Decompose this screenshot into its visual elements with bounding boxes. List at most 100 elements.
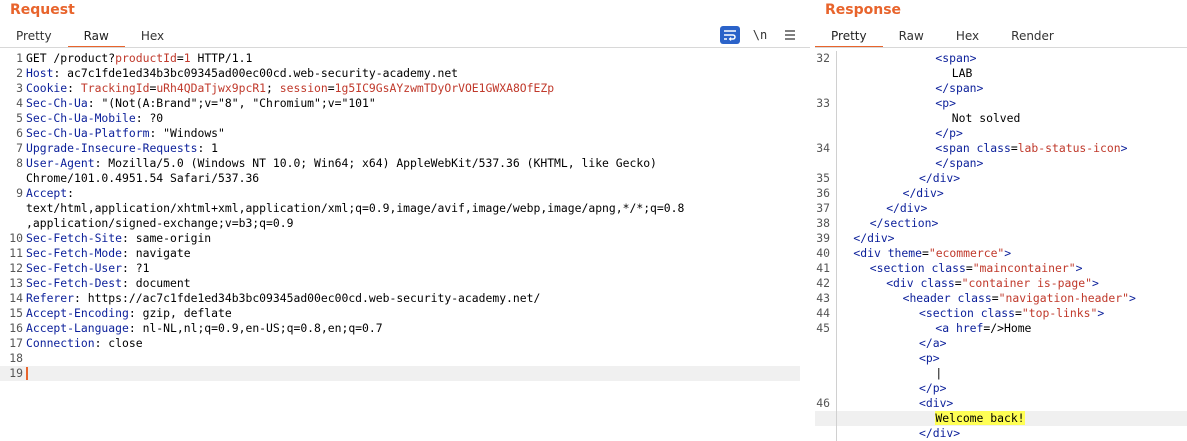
code-token: = [991, 291, 999, 305]
line-code: Not solved [837, 111, 1021, 126]
line-number [0, 201, 26, 216]
code-token: "navigation-header" [998, 291, 1129, 305]
response-line: 35 </div> [815, 171, 1187, 186]
code-token: Not solved [951, 111, 1021, 125]
request-line: 1 GET /product?productId=1 HTTP/1.1 [0, 51, 800, 66]
line-number: 4 [16, 96, 23, 110]
response-tab-raw[interactable]: Raw [883, 26, 940, 48]
code-token: Sec-Fetch-User [26, 261, 123, 275]
code-token: class [976, 141, 1011, 155]
code-token: > [1128, 291, 1136, 305]
response-line: </p> [815, 381, 1187, 396]
line-number: 38 [815, 216, 837, 231]
code-token: : ac7c1fde1ed34b3bc09345ad00ec00cd.web-s… [53, 66, 459, 80]
line-code: Accept-Encoding: gzip, deflate [26, 306, 232, 321]
code-token: "ecommerce" [928, 246, 1005, 260]
response-editor[interactable]: 32 <span> LAB </span> 33 <p> Not solved </p> 34 <… [815, 51, 1187, 441]
code-token: <section [869, 261, 932, 275]
code-token: = [176, 51, 184, 65]
line-number: 15 [9, 306, 23, 320]
line-number: 16 [9, 321, 23, 335]
line-number: 8 [16, 156, 23, 170]
code-token: Chrome/101.0.4951.54 Safari/537.36 [26, 171, 260, 185]
code-token: | [935, 366, 943, 380]
response-tab-hex[interactable]: Hex [940, 26, 995, 48]
line-number: 42 [815, 276, 837, 291]
response-line: </span> [815, 156, 1187, 171]
line-number [815, 66, 837, 81]
line-code: <span> [837, 51, 977, 66]
code-token: = [327, 81, 335, 95]
code-token: : [67, 186, 75, 200]
line-code: Sec-Ch-Ua-Mobile: ?0 [26, 111, 163, 126]
code-token: Referer [26, 291, 75, 305]
request-line: 3 Cookie: TrackingId = uRh4QDaTjwx9pcR1; se… [0, 81, 800, 96]
response-tab-pretty[interactable]: Pretty [815, 26, 883, 48]
request-tab-pretty[interactable]: Pretty [0, 26, 68, 48]
code-token: text/html,application/xhtml+xml,applicat… [26, 201, 685, 215]
code-token: class [931, 261, 966, 275]
wrap-lines-icon[interactable] [720, 26, 740, 44]
request-tab-underline [0, 47, 810, 48]
request-line: 13 Sec-Fetch-Dest: document [0, 276, 800, 291]
code-token: : 1 [197, 141, 219, 155]
response-tab-underline [815, 47, 1187, 48]
line-number: 11 [9, 246, 23, 260]
request-tab-hex[interactable]: Hex [125, 26, 180, 48]
code-token: HTTP/1.1 [190, 51, 253, 65]
line-number: 19 [9, 366, 23, 380]
code-token: = [1015, 306, 1022, 320]
request-line: 19 [0, 366, 800, 381]
response-line: 46 <div> [815, 396, 1187, 411]
line-number: 36 [815, 186, 837, 201]
line-number: 17 [9, 336, 23, 350]
response-tab-render[interactable]: Render [995, 26, 1070, 48]
line-number: 45 [815, 321, 837, 336]
code-token: productId [115, 51, 177, 65]
code-token: <span [935, 141, 977, 155]
code-token: : gzip, deflate [128, 306, 232, 320]
code-token: <span> [935, 51, 977, 65]
response-line: 40 <div theme="ecommerce"> [815, 246, 1187, 261]
code-token: lab-status-icon [1017, 141, 1121, 155]
line-number [815, 111, 837, 126]
code-token: : [67, 81, 81, 95]
code-token: Host [26, 66, 54, 80]
request-line: 4 Sec-Ch-Ua: "(Not(A:Brand";v="8", "Chrom… [0, 96, 800, 111]
newline-toggle-button[interactable]: \n [750, 26, 770, 44]
code-token: Upgrade-Insecure-Requests [26, 141, 198, 155]
code-token: TrackingId [80, 81, 150, 95]
line-number: 7 [16, 141, 23, 155]
code-token: "maincontainer" [972, 261, 1076, 275]
line-code: Sec-Fetch-Site: same-origin [26, 231, 211, 246]
line-number: 14 [9, 291, 23, 305]
code-token: Sec-Fetch-Mode [26, 246, 123, 260]
line-code: <section class="maincontainer"> [837, 261, 1083, 276]
code-token: : document [122, 276, 191, 290]
line-code: </span> [837, 81, 983, 96]
request-editor[interactable]: 1 GET /product?productId=1 HTTP/1.1 2 Host:… [0, 51, 800, 381]
request-line: ,application/signed-exchange;v=b3;q=0.9 [0, 216, 800, 231]
request-tab-raw[interactable]: Raw [67, 26, 125, 48]
line-code: Connection: close [26, 336, 143, 351]
response-line: 44 <section class="top-links"> [815, 306, 1187, 321]
line-code: Welcome back! [837, 411, 1025, 426]
code-token: </a> [919, 336, 947, 350]
code-token: > [1097, 306, 1105, 320]
line-number [815, 426, 837, 441]
line-number [815, 81, 837, 96]
line-number [815, 411, 837, 426]
request-line: 16 Accept-Language: nl-NL,nl;q=0.9,en-US;… [0, 321, 800, 336]
response-line: 41 <section class="maincontainer"> [815, 261, 1187, 276]
line-number: 39 [815, 231, 837, 246]
code-token: = [965, 261, 973, 275]
code-token: Sec-Ch-Ua-Mobile [26, 111, 136, 125]
hamburger-menu-icon[interactable] [780, 26, 800, 44]
code-token: </div> [919, 171, 961, 185]
line-number: 18 [9, 351, 23, 365]
code-token: Sec-Ch-Ua [26, 96, 88, 110]
line-number [815, 366, 837, 381]
code-token: : same-origin [122, 231, 212, 245]
response-line: <p> [815, 351, 1187, 366]
request-line: 2 Host: ac7c1fde1ed34b3bc09345ad00ec00cd.… [0, 66, 800, 81]
